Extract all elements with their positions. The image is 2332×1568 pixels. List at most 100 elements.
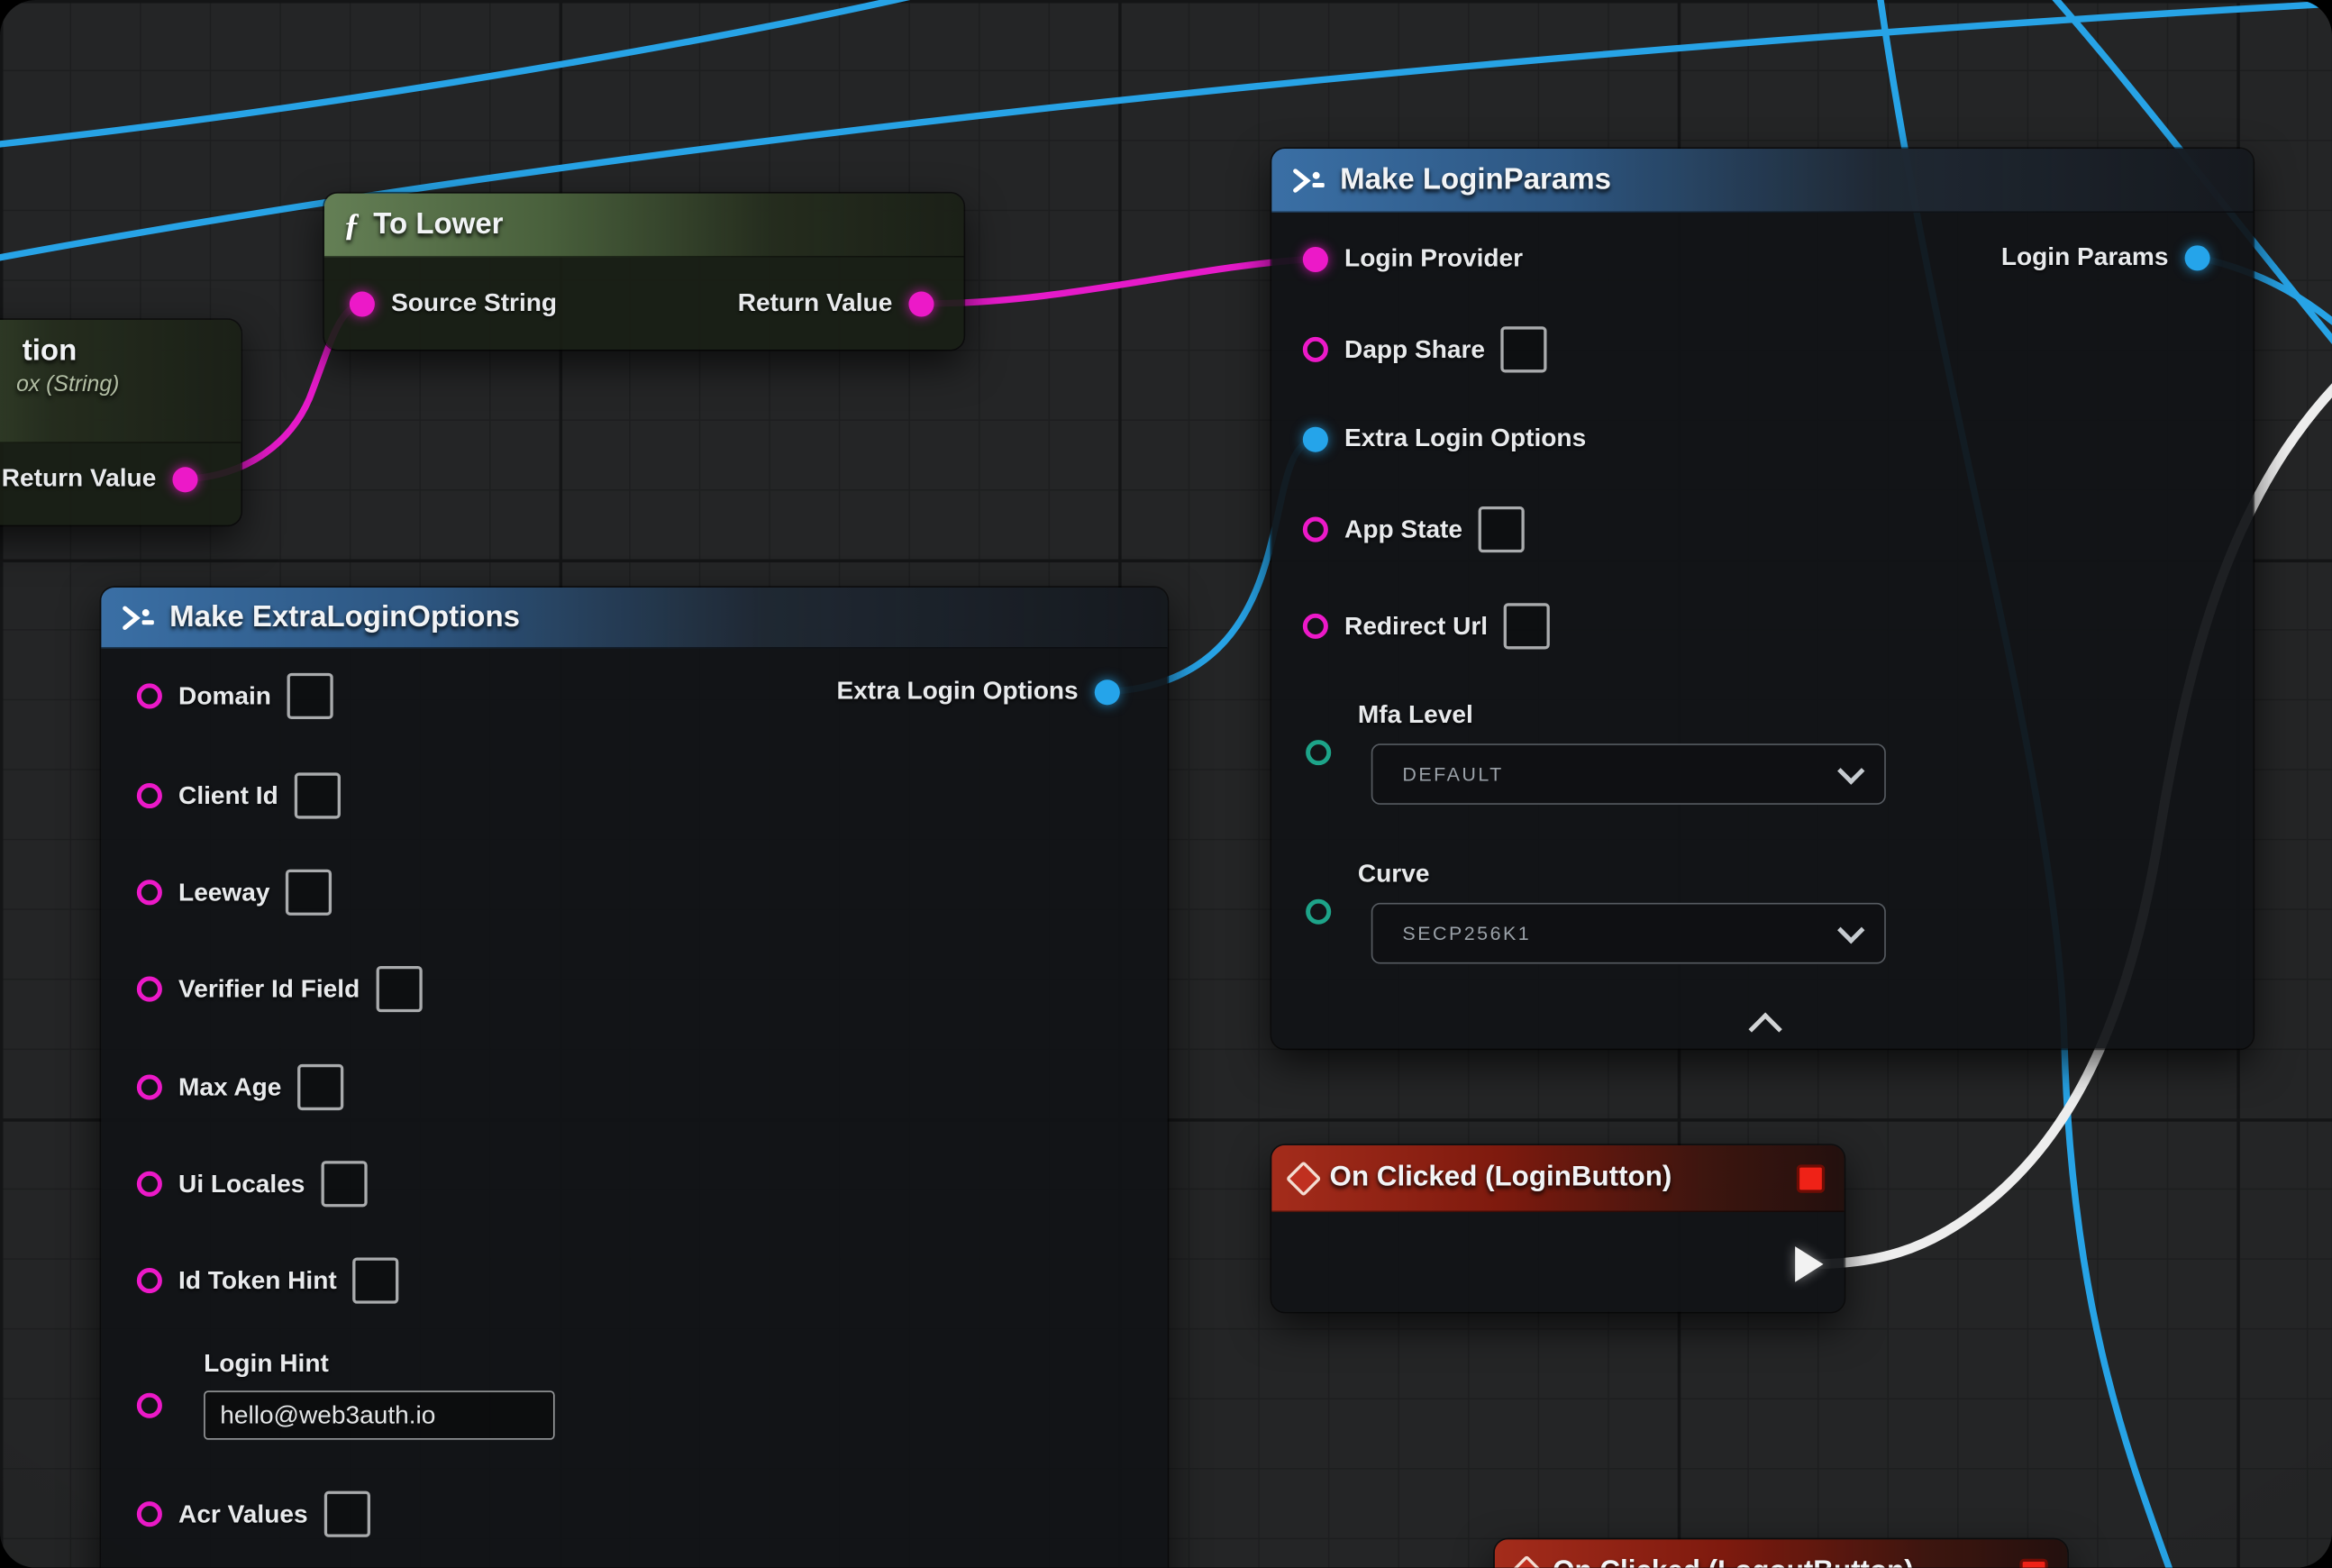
pin-label-source-string: Source String	[391, 288, 557, 318]
pin-login-hint[interactable]	[137, 1393, 162, 1418]
node-subtitle-fragment: ox (String)	[0, 372, 119, 397]
mfa-level-value: DEFAULT	[1402, 763, 1503, 786]
curve-label: Curve	[1358, 860, 1430, 889]
node-title: Make LoginParams	[1340, 163, 1611, 197]
node-title: Make ExtraLoginOptions	[169, 600, 520, 634]
pin-extra-login-options-output[interactable]	[1095, 679, 1120, 704]
pin-row-mfa-level	[1306, 740, 1331, 765]
pin-label-verifier-id-field: Verifier Id Field	[178, 974, 360, 1004]
domain-checkbox[interactable]	[287, 673, 333, 719]
pin-id-token-hint[interactable]	[137, 1268, 162, 1293]
pin-label-ui-locales: Ui Locales	[178, 1169, 305, 1199]
pin-curve[interactable]	[1306, 899, 1331, 925]
max-age-checkbox[interactable]	[298, 1064, 344, 1110]
wire-blue-top-left[interactable]	[0, 0, 960, 146]
pin-login-provider[interactable]	[1303, 246, 1328, 271]
node-make-loginparams[interactable]: Make LoginParams Login Provider Login Pa…	[1271, 149, 2253, 1049]
pin-return-value-output[interactable]	[172, 466, 197, 491]
pin-row-extra-login-options: Extra Login Options	[1303, 424, 1586, 453]
pin-row-curve	[1306, 899, 1331, 925]
pin-row-app-state: App State	[1303, 506, 1525, 552]
pin-client-id[interactable]	[137, 783, 162, 808]
id-token-hint-checkbox[interactable]	[353, 1257, 399, 1303]
pin-label-return-value: Return Value	[2, 464, 157, 494]
curve-value: SECP256K1	[1402, 922, 1531, 944]
node-to-lower[interactable]: ƒ To Lower Source String Return Value	[324, 194, 964, 350]
pin-row-id-token-hint: Id Token Hint	[137, 1257, 399, 1303]
node-make-extraloginoptions[interactable]: Make ExtraLoginOptions Domain Client Id …	[101, 588, 1167, 1568]
node-onclicked-logoutbutton[interactable]: On Clicked (LogoutButton)	[1495, 1539, 2067, 1567]
chevron-down-icon	[1837, 757, 1864, 784]
node-title-fragment: tion	[0, 334, 77, 369]
pin-row-acr-values: Acr Values	[137, 1491, 370, 1537]
blueprint-graph-canvas[interactable]: tion ox (String) Return Value ƒ To Lower…	[0, 0, 2332, 1568]
pin-login-params-output[interactable]	[2185, 245, 2210, 270]
pin-row-domain: Domain	[137, 673, 333, 719]
pin-label-acr-values: Acr Values	[178, 1500, 308, 1529]
make-struct-icon	[121, 603, 157, 631]
pin-label-return-value: Return Value	[738, 288, 893, 318]
curve-dropdown[interactable]: SECP256K1	[1371, 903, 1886, 964]
pin-label-app-state: App State	[1344, 515, 1462, 544]
leeway-checkbox[interactable]	[287, 870, 332, 916]
app-state-checkbox[interactable]	[1479, 506, 1525, 552]
ui-locales-checkbox[interactable]	[322, 1161, 368, 1207]
node-title: On Clicked (LogoutButton)	[1553, 1555, 1914, 1567]
delegate-square-icon[interactable]	[2019, 1558, 2047, 1568]
mfa-level-dropdown[interactable]: DEFAULT	[1371, 743, 1886, 805]
pin-dapp-share[interactable]	[1303, 337, 1328, 362]
pin-row-extra-login-options-out: Extra Login Options	[836, 677, 1119, 707]
pin-redirect-url[interactable]	[1303, 614, 1328, 639]
collapse-node-chevron-icon[interactable]	[1748, 1012, 1781, 1045]
pin-label-dapp-share: Dapp Share	[1344, 334, 1485, 364]
pin-label-leeway: Leeway	[178, 878, 269, 907]
pin-return-value-output[interactable]	[908, 291, 934, 316]
pin-label-id-token-hint: Id Token Hint	[178, 1266, 337, 1296]
pin-label-max-age: Max Age	[178, 1072, 281, 1102]
pin-row-verifier-id-field: Verifier Id Field	[137, 966, 423, 1012]
delegate-square-icon[interactable]	[1797, 1164, 1825, 1192]
chevron-down-icon	[1837, 916, 1864, 944]
pin-verifier-id-field[interactable]	[137, 977, 162, 1002]
function-icon: ƒ	[343, 205, 360, 244]
pin-max-age[interactable]	[137, 1074, 162, 1099]
client-id-checkbox[interactable]	[295, 772, 341, 818]
pin-acr-values[interactable]	[137, 1501, 162, 1527]
pin-label-extra-login-options: Extra Login Options	[1344, 424, 1586, 453]
node-title: To Lower	[373, 207, 503, 242]
redirect-url-checkbox[interactable]	[1504, 603, 1550, 649]
pin-extra-login-options-input[interactable]	[1303, 426, 1328, 451]
dapp-share-checkbox[interactable]	[1501, 326, 1547, 372]
pin-row-dapp-share: Dapp Share	[1303, 326, 1547, 372]
pin-source-string-input[interactable]	[350, 291, 375, 316]
screenshot-root: tion ox (String) Return Value ƒ To Lower…	[0, 0, 2332, 1568]
pin-leeway[interactable]	[137, 880, 162, 905]
node-left-partial[interactable]: tion ox (String) Return Value	[0, 320, 241, 525]
pin-label-login-provider: Login Provider	[1344, 244, 1523, 274]
pin-row-login-provider: Login Provider	[1303, 244, 1523, 274]
make-struct-icon	[1291, 166, 1327, 194]
pin-row-login-params-out: Login Params	[2001, 242, 2210, 272]
pin-label-domain: Domain	[178, 681, 271, 711]
pin-app-state[interactable]	[1303, 517, 1328, 542]
login-hint-label: Login Hint	[204, 1349, 329, 1379]
pin-label-redirect-url: Redirect Url	[1344, 611, 1488, 641]
pin-mfa-level[interactable]	[1306, 740, 1331, 765]
exec-output-pin[interactable]	[1795, 1246, 1823, 1282]
pin-row-leeway: Leeway	[137, 870, 332, 916]
pin-label-login-params-out: Login Params	[2001, 242, 2169, 272]
node-title: On Clicked (LoginButton)	[1330, 1162, 1672, 1194]
wire-magenta-tolower-to-loginprovider[interactable]	[922, 259, 1315, 304]
verifier-id-field-checkbox[interactable]	[376, 966, 422, 1012]
pin-ui-locales[interactable]	[137, 1171, 162, 1197]
acr-values-checkbox[interactable]	[324, 1491, 370, 1537]
node-onclicked-loginbutton[interactable]: On Clicked (LoginButton)	[1271, 1145, 1844, 1312]
login-hint-input[interactable]	[204, 1390, 555, 1439]
pin-row-login-hint	[137, 1393, 162, 1418]
pin-row-max-age: Max Age	[137, 1064, 344, 1110]
mfa-level-label: Mfa Level	[1358, 700, 1473, 730]
pin-row-redirect-url: Redirect Url	[1303, 603, 1551, 649]
pin-domain[interactable]	[137, 683, 162, 708]
pin-label-client-id: Client Id	[178, 781, 278, 811]
pin-row-ui-locales: Ui Locales	[137, 1161, 368, 1207]
